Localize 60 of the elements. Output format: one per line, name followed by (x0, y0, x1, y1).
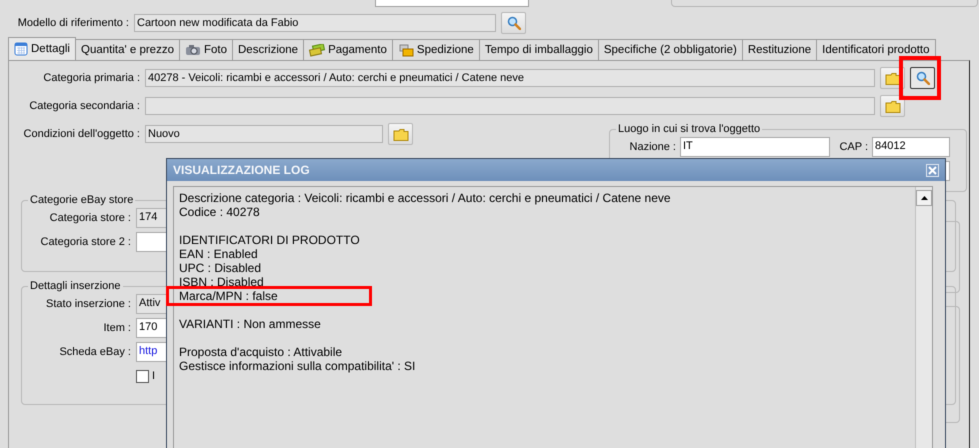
field-label: CAP : (838, 141, 869, 153)
field-label: Categoria secondaria : (28, 100, 141, 112)
tab[interactable]: Restituzione (742, 39, 818, 60)
reference-model-field[interactable]: Cartoon new modificata da Fabio (134, 14, 496, 32)
field-label: Scheda eBay : (58, 346, 132, 358)
log-line: Descrizione categoria : Veicoli: ricambi e accessori / Auto: cerchi e pneumatici / Catene neve (179, 191, 671, 205)
tab[interactable]: Dettagli (8, 37, 76, 60)
search-icon (916, 71, 930, 85)
field-label: Categoria store : (48, 212, 132, 224)
field-label: Item : (102, 322, 132, 334)
tab[interactable]: Pagamento (304, 39, 393, 60)
folder-icon (884, 72, 900, 84)
folder-button[interactable] (880, 95, 905, 117)
text-field[interactable] (375, 0, 529, 7)
tab[interactable]: Descrizione (233, 39, 304, 60)
country-field[interactable]: IT (680, 137, 830, 157)
field-label: Modello di riferimento : (16, 17, 130, 29)
field-label: Categoria primaria : (42, 72, 141, 84)
search-icon (506, 16, 520, 30)
up-arrow-icon (920, 196, 928, 200)
primary-category-field[interactable]: 40278 - Veicoli: ricambi e accessori / Auto: cerchi e pneumatici / Catene neve (145, 69, 875, 87)
search-button[interactable] (910, 67, 935, 89)
folder-button[interactable] (388, 123, 413, 145)
log-line: Marca/MPN : false (179, 289, 278, 303)
log-line: Proposta d'acquisto : Attivabile (179, 345, 342, 359)
calendar-icon (14, 42, 28, 56)
group-title: Luogo in cui si trova l'oggetto (617, 123, 762, 135)
log-line: EAN : Enabled (179, 247, 258, 261)
folder-icon (392, 128, 408, 140)
camera-icon (184, 44, 201, 56)
log-line: ISBN : Disabled (179, 275, 264, 289)
log-line: Gestisce informazioni sulla compatibilita' : SI (179, 359, 416, 373)
scrollbar[interactable] (915, 187, 932, 448)
banknotes-icon (309, 44, 326, 56)
field-label: Nazione : (628, 141, 677, 153)
log-line: VARIANTI : Non ammesse (179, 317, 321, 331)
field-label: Condizioni dell'oggetto : (22, 128, 141, 140)
group-title: Dettagli inserzione (29, 280, 122, 292)
checkbox[interactable] (136, 370, 149, 382)
condition-field[interactable]: Nuovo (145, 125, 383, 143)
parcel-icon (398, 43, 414, 57)
zip-field[interactable]: 84012 (872, 137, 950, 157)
folder-icon (884, 100, 900, 112)
group-title: Categorie eBay store (29, 194, 134, 206)
secondary-category-field[interactable] (145, 97, 875, 115)
log-line: Codice : 40278 (179, 205, 260, 219)
field-label: Categoria store 2 : (40, 236, 132, 248)
tab[interactable]: Spedizione (392, 39, 480, 60)
tab[interactable]: Foto (180, 39, 233, 60)
tab[interactable]: Tempo di imballaggio (480, 39, 599, 60)
tab[interactable]: Specifiche (2 obbligatorie) (598, 39, 743, 60)
log-line: UPC : Disabled (179, 261, 262, 275)
tab[interactable]: Quantita' e prezzo (76, 39, 180, 60)
close-button[interactable] (926, 164, 939, 176)
checkbox-label: I (152, 370, 156, 382)
dialog-title: VISUALIZZAZIONE LOG (173, 163, 310, 177)
field-label: Stato inserzione : (45, 298, 132, 310)
scroll-up-button[interactable] (916, 190, 932, 206)
log-line: IDENTIFICATORI DI PRODOTTO (179, 233, 360, 247)
close-icon (928, 166, 937, 174)
